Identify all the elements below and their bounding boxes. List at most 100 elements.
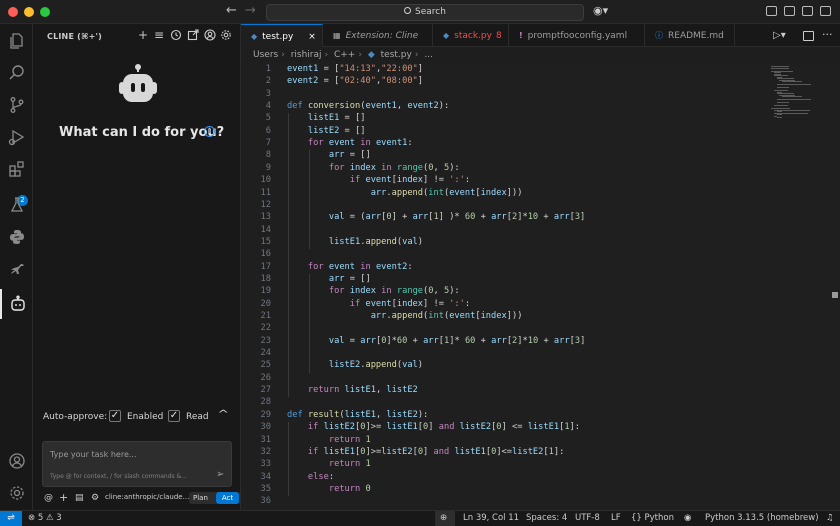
notifications-bell-icon[interactable]: ♫ bbox=[826, 511, 834, 526]
toggle-primary-sidebar-icon[interactable] bbox=[766, 6, 777, 16]
copilot-status-icon[interactable]: ◉ bbox=[684, 511, 691, 526]
status-bar: ⇌ ⊗ 5 ⚠ 3 ⊕ Ln 39, Col 11 Spaces: 4 UTF-… bbox=[0, 510, 840, 526]
minimize-window-button[interactable] bbox=[24, 7, 34, 17]
read-label: Read bbox=[186, 412, 209, 422]
mcp-servers-icon[interactable]: ≡ bbox=[153, 29, 165, 41]
indent-guide bbox=[288, 273, 289, 373]
model-icon[interactable]: ⚙ bbox=[91, 492, 99, 504]
act-mode-button[interactable]: Act bbox=[216, 492, 239, 504]
minimap-line bbox=[776, 117, 783, 118]
encoding[interactable]: UTF-8 bbox=[575, 511, 600, 526]
python-icon[interactable] bbox=[0, 222, 33, 252]
breadcrumb-item[interactable]: rishiraj bbox=[291, 50, 322, 60]
copilot-icon[interactable]: ◉▾ bbox=[593, 4, 608, 17]
settings-gear-icon[interactable] bbox=[0, 478, 33, 508]
maximize-window-button[interactable] bbox=[40, 7, 50, 17]
account-icon[interactable] bbox=[204, 29, 216, 41]
problems-count: 8 bbox=[495, 31, 502, 41]
read-checkbox[interactable]: ✓ bbox=[168, 410, 180, 422]
more-actions-icon[interactable]: ··· bbox=[822, 28, 833, 41]
tab-stack-py[interactable]: ◆ stack.py 8 bbox=[433, 24, 509, 47]
braces-icon: {} bbox=[631, 513, 642, 523]
new-task-icon[interactable]: + bbox=[137, 29, 149, 41]
model-selector[interactable]: cline:anthropic/claude... bbox=[105, 493, 189, 501]
close-icon[interactable]: × bbox=[308, 32, 316, 42]
indent-guide bbox=[309, 150, 310, 250]
line-number: 23 bbox=[260, 335, 271, 346]
code-line: for event in event2: bbox=[307, 261, 413, 272]
line-number: 12 bbox=[260, 199, 271, 210]
plan-act-toggle[interactable]: Plan Act bbox=[189, 492, 241, 504]
close-window-button[interactable] bbox=[8, 7, 18, 17]
toggle-panel-icon[interactable] bbox=[784, 6, 795, 16]
error-icon: ⊗ bbox=[28, 513, 36, 523]
enabled-checkbox[interactable]: ✓ bbox=[109, 410, 121, 422]
testing-icon[interactable] bbox=[0, 190, 33, 220]
indentation[interactable]: Spaces: 4 bbox=[526, 511, 567, 526]
toggle-secondary-sidebar-icon[interactable] bbox=[802, 6, 813, 16]
explorer-icon[interactable] bbox=[0, 26, 33, 56]
tab-readme-md[interactable]: ⓘ README.md bbox=[645, 24, 735, 47]
indent-guide bbox=[288, 150, 289, 250]
problems-indicator[interactable]: ⊗ 5 ⚠ 3 bbox=[28, 511, 62, 526]
cursor-position[interactable]: Ln 39, Col 11 bbox=[463, 511, 519, 526]
code-editor[interactable]: 1 2 3 4 5 6 7 8 9 10 11 12 13 14 15 16 17 18 19 20 21 22 23 24 2… bbox=[241, 62, 761, 510]
minimap-line bbox=[776, 99, 811, 100]
at-mention-icon[interactable]: @ bbox=[44, 492, 53, 504]
kangaroo-icon[interactable] bbox=[0, 254, 33, 284]
python-interpreter[interactable]: Python 3.13.5 (homebrew) bbox=[705, 511, 819, 526]
vscode-window: ← → Search ◉▾ 2 CLINE (⌘+') + ≡ What can… bbox=[0, 0, 840, 526]
tab-promptfooconfig-yaml[interactable]: ! promptfooconfig.yaml bbox=[509, 24, 645, 47]
task-input[interactable] bbox=[50, 448, 220, 460]
code-line: def result(listE1, listE2): bbox=[287, 409, 429, 420]
send-icon[interactable]: ➢ bbox=[216, 469, 224, 480]
source-control-icon[interactable] bbox=[0, 90, 33, 120]
history-icon[interactable] bbox=[170, 29, 182, 41]
zoom-icon[interactable]: ⊕ bbox=[435, 511, 455, 526]
minimap-line bbox=[782, 96, 803, 97]
line-number: 25 bbox=[260, 360, 271, 371]
search-icon[interactable] bbox=[0, 58, 33, 88]
line-number: 34 bbox=[260, 471, 271, 482]
breadcrumb-item[interactable]: ... bbox=[424, 50, 433, 60]
cline-icon[interactable] bbox=[0, 289, 33, 319]
line-number: 7 bbox=[265, 138, 271, 149]
settings-gear-icon[interactable] bbox=[220, 29, 232, 41]
info-icon[interactable]: i bbox=[204, 126, 215, 137]
info-file-icon: ⓘ bbox=[655, 31, 663, 40]
breadcrumb-item[interactable]: test.py bbox=[381, 50, 412, 60]
tab-test-py[interactable]: ◆ test.py × bbox=[241, 24, 323, 47]
end-of-line[interactable]: LF bbox=[611, 511, 621, 526]
add-context-icon[interactable]: + bbox=[59, 492, 68, 504]
open-in-editor-icon[interactable] bbox=[187, 29, 199, 41]
scrollbar-thumb[interactable] bbox=[832, 292, 838, 298]
code-line: if listE2[0]>= listE1[0] and listE2[0] <… bbox=[307, 422, 581, 433]
line-number: 19 bbox=[260, 286, 271, 297]
command-center-search[interactable]: Search bbox=[266, 4, 584, 21]
breadcrumb-item[interactable]: Users bbox=[253, 50, 278, 60]
line-number: 17 bbox=[260, 261, 271, 272]
rules-icon[interactable]: ▤ bbox=[75, 492, 84, 504]
line-number: 35 bbox=[260, 483, 271, 494]
customize-layout-icon[interactable] bbox=[820, 6, 831, 16]
code-line: return 1 bbox=[328, 434, 371, 445]
run-python-file-icon[interactable]: ▷▾ bbox=[773, 30, 786, 41]
code-line: arr.append(int(event[index])) bbox=[370, 187, 523, 198]
run-debug-icon[interactable] bbox=[0, 122, 33, 152]
back-arrow-icon[interactable]: ← bbox=[226, 3, 237, 18]
tab-extension-cline[interactable]: ▦ Extension: Cline bbox=[323, 24, 433, 47]
minimap[interactable] bbox=[761, 62, 840, 510]
plan-mode-button[interactable]: Plan bbox=[193, 492, 208, 504]
extensions-icon[interactable] bbox=[0, 154, 33, 184]
line-number: 15 bbox=[260, 236, 271, 247]
line-number: 29 bbox=[260, 409, 271, 420]
chevron-up-icon[interactable]: ^ bbox=[217, 409, 229, 420]
breadcrumb-item[interactable]: C++ bbox=[334, 50, 355, 60]
remote-window-icon[interactable]: ⇌ bbox=[0, 511, 22, 526]
forward-arrow-icon[interactable]: → bbox=[245, 3, 256, 18]
code-line: listE1 = [] bbox=[307, 113, 366, 124]
language-mode[interactable]: {} Python bbox=[631, 511, 674, 526]
split-editor-icon[interactable] bbox=[803, 31, 814, 41]
warning-count: 3 bbox=[56, 513, 62, 523]
account-icon[interactable] bbox=[0, 446, 33, 476]
